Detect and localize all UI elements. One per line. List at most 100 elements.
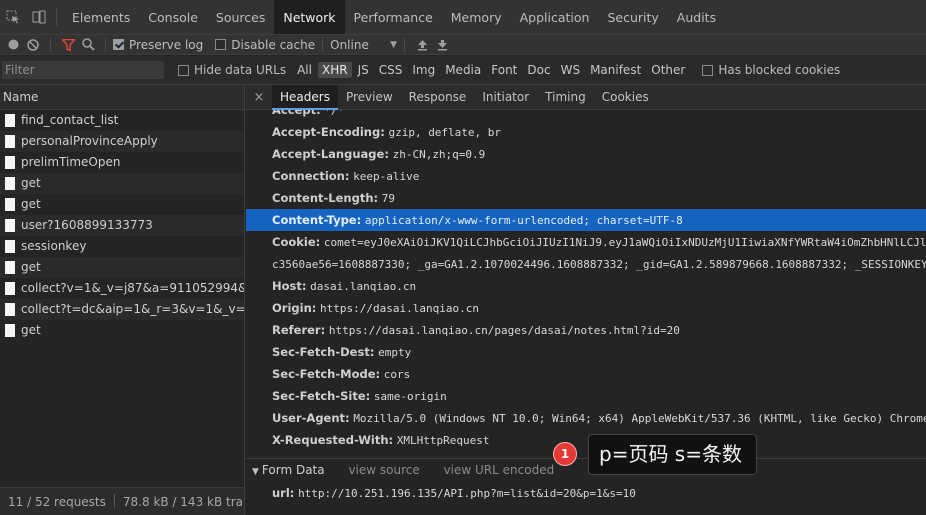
- request-row[interactable]: get: [0, 320, 244, 341]
- transfer-size: 78.8 kB / 143 kB transferred: [122, 495, 244, 509]
- request-count: 11 / 52 requests: [8, 495, 106, 509]
- header-value: comet=eyJ0eXAiOiJKV1QiLCJhbGciOiJIUzI1Ni…: [323, 236, 926, 249]
- form-data-value: http://10.251.196.135/API.php?m=list&id=…: [298, 487, 636, 500]
- toolbar-divider: [50, 37, 51, 52]
- request-row[interactable]: personalProvinceApply: [0, 131, 244, 152]
- header-value: zh-CN,zh;q=0.9: [392, 148, 486, 161]
- header-key: Host:: [272, 279, 307, 293]
- header-row: Host: dasai.lanqiao.cn: [246, 275, 926, 297]
- throttle-select[interactable]: Online: [330, 38, 390, 52]
- header-row: Accept-Encoding: gzip, deflate, br: [246, 121, 926, 143]
- header-row-selected[interactable]: Content-Type: application/x-www-form-url…: [246, 209, 926, 231]
- header-key: Accept-Encoding:: [272, 125, 385, 139]
- search-icon[interactable]: [78, 35, 98, 54]
- tab-console[interactable]: Console: [139, 0, 207, 34]
- blocked-cookies-checkbox[interactable]: [702, 64, 714, 76]
- request-row[interactable]: get: [0, 257, 244, 278]
- document-icon: [5, 135, 15, 148]
- network-toolbar: Preserve log Disable cache Online ▼: [0, 35, 926, 55]
- hide-data-urls-checkbox[interactable]: [178, 64, 189, 76]
- filter-type-other[interactable]: Other: [647, 62, 689, 78]
- device-toolbar-icon[interactable]: [26, 0, 52, 34]
- header-key: Accept-Language:: [272, 147, 389, 161]
- filter-type-media[interactable]: Media: [441, 62, 485, 78]
- tab-audits[interactable]: Audits: [668, 0, 725, 34]
- view-source-link[interactable]: view source: [348, 463, 419, 477]
- filter-icon[interactable]: [58, 35, 78, 54]
- filter-type-ws[interactable]: WS: [557, 62, 584, 78]
- chevron-down-icon[interactable]: ▼: [390, 40, 397, 50]
- header-row: Content-Length: 79: [246, 187, 926, 209]
- request-name: get: [21, 323, 41, 337]
- header-key: Sec-Fetch-Mode:: [272, 367, 381, 381]
- view-url-encoded-link[interactable]: view URL encoded: [444, 463, 555, 477]
- tab-memory[interactable]: Memory: [442, 0, 511, 34]
- request-name: sessionkey: [21, 239, 87, 253]
- request-row[interactable]: get: [0, 194, 244, 215]
- tab-timing[interactable]: Timing: [537, 85, 594, 110]
- filter-type-manifest[interactable]: Manifest: [586, 62, 645, 78]
- request-name: collect?t=dc&aip=1&_r=3&v=1&_v=j8...: [21, 302, 244, 316]
- disable-cache-label: Disable cache: [231, 37, 316, 52]
- header-row: Referer: https://dasai.lanqiao.cn/pages/…: [246, 319, 926, 341]
- request-detail-pane: Accept: */* Accept-Encoding: gzip, defla…: [246, 85, 926, 515]
- request-row[interactable]: find_contact_list: [0, 110, 244, 131]
- filter-type-css[interactable]: CSS: [375, 62, 407, 78]
- tab-performance[interactable]: Performance: [345, 0, 442, 34]
- export-har-icon[interactable]: [432, 35, 452, 54]
- header-value: https://dasai.lanqiao.cn/pages/dasai/not…: [328, 324, 680, 337]
- request-name: collect?v=1&_v=j87&a=911052994&t=...: [21, 281, 244, 295]
- filter-type-js[interactable]: JS: [354, 62, 373, 78]
- form-data-header[interactable]: ▼ Form Data view source view URL encoded: [246, 458, 926, 480]
- annotation-badge: 1: [553, 442, 577, 466]
- request-row[interactable]: collect?t=dc&aip=1&_r=3&v=1&_v=j8...: [0, 299, 244, 320]
- tab-preview[interactable]: Preview: [338, 85, 401, 110]
- import-har-icon[interactable]: [412, 35, 432, 54]
- document-icon: [5, 261, 15, 274]
- request-row[interactable]: collect?v=1&_v=j87&a=911052994&t=...: [0, 278, 244, 299]
- document-icon: [5, 240, 15, 253]
- request-row[interactable]: get: [0, 173, 244, 194]
- request-name: find_contact_list: [21, 113, 119, 127]
- name-column-header[interactable]: Name: [0, 85, 244, 110]
- filter-input[interactable]: [2, 61, 164, 79]
- tab-cookies[interactable]: Cookies: [594, 85, 657, 110]
- filter-type-img[interactable]: Img: [408, 62, 439, 78]
- tab-response[interactable]: Response: [401, 85, 475, 110]
- request-row[interactable]: sessionkey: [0, 236, 244, 257]
- header-key: Sec-Fetch-Site:: [272, 389, 371, 403]
- filter-type-font[interactable]: Font: [487, 62, 521, 78]
- header-value: dasai.lanqiao.cn: [310, 280, 417, 293]
- document-icon: [5, 282, 15, 295]
- triangle-down-icon[interactable]: ▼: [252, 467, 259, 477]
- disable-cache-checkbox[interactable]: [215, 39, 227, 50]
- tab-network[interactable]: Network: [274, 0, 345, 34]
- tab-sources[interactable]: Sources: [207, 0, 274, 34]
- filter-type-doc[interactable]: Doc: [523, 62, 554, 78]
- form-data-section: ▼ Form Data view source view URL encoded …: [246, 458, 926, 506]
- inspect-element-icon[interactable]: [0, 0, 26, 34]
- filter-type-all[interactable]: All: [293, 62, 316, 78]
- hide-data-urls-label: Hide data URLs: [194, 63, 287, 77]
- clear-icon[interactable]: [23, 35, 43, 54]
- filter-type-xhr[interactable]: XHR: [317, 62, 352, 78]
- document-icon: [5, 114, 15, 127]
- tab-headers[interactable]: Headers: [272, 85, 338, 110]
- form-data-row: url: http://10.251.196.135/API.php?m=lis…: [246, 480, 926, 506]
- request-name: prelimTimeOpen: [21, 155, 121, 169]
- header-row: Sec-Fetch-Mode: cors: [246, 363, 926, 385]
- tab-initiator[interactable]: Initiator: [474, 85, 537, 110]
- request-row[interactable]: user?1608899133773: [0, 215, 244, 236]
- document-icon: [5, 177, 15, 190]
- header-value: same-origin: [373, 390, 447, 403]
- preserve-log-checkbox[interactable]: [113, 39, 124, 50]
- close-icon[interactable]: ×: [246, 90, 272, 105]
- header-key: Sec-Fetch-Dest:: [272, 345, 375, 359]
- document-icon: [5, 303, 15, 316]
- header-row-continuation: c3560ae56=1608887330; _ga=GA1.2.10700244…: [246, 253, 926, 275]
- tab-application[interactable]: Application: [511, 0, 599, 34]
- tab-elements[interactable]: Elements: [63, 0, 139, 34]
- record-icon[interactable]: [3, 35, 23, 54]
- request-row[interactable]: prelimTimeOpen: [0, 152, 244, 173]
- tab-security[interactable]: Security: [598, 0, 667, 34]
